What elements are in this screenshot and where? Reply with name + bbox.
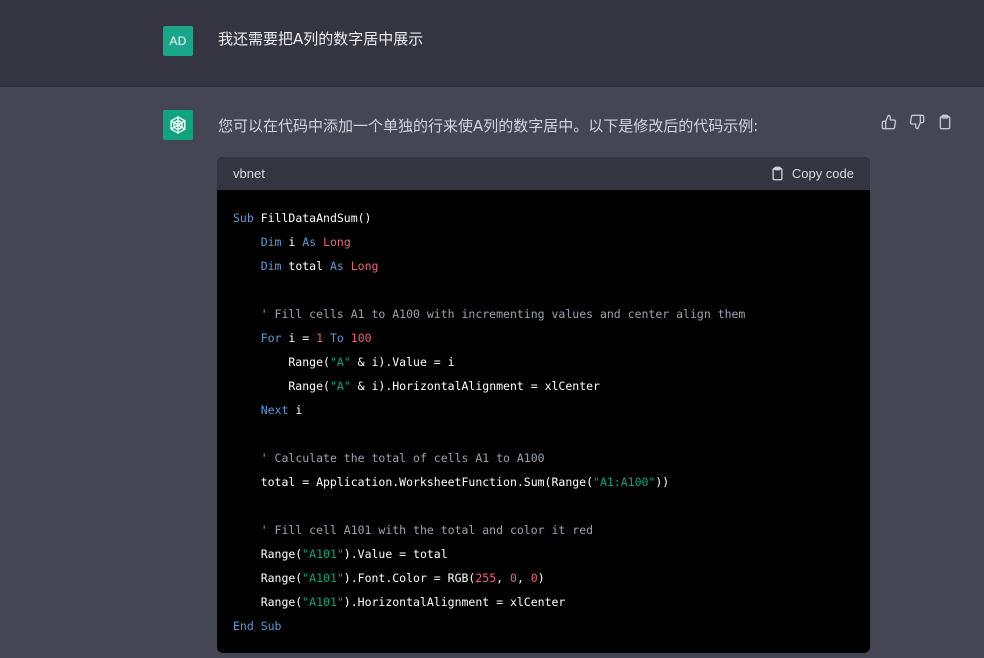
thumbs-down-button[interactable] bbox=[908, 113, 926, 131]
code-line: Range("A101").Value = total bbox=[233, 547, 448, 561]
code-line: total = Application.WorksheetFunction.Su… bbox=[233, 475, 670, 489]
code-language-label: vbnet bbox=[233, 166, 265, 181]
code-line: Next i bbox=[260, 403, 303, 417]
code-line: Range("A101").Font.Color = RGB(255, 0, 0… bbox=[233, 571, 545, 585]
code-line: For i = 1 To 100 bbox=[260, 331, 372, 345]
openai-logo-icon bbox=[170, 116, 186, 134]
code-content: Sub FillDataAndSum() Dim i As Long Dim t… bbox=[217, 190, 870, 638]
assistant-avatar bbox=[163, 110, 193, 140]
user-message-row: AD 我还需要把A列的数字居中展示 bbox=[0, 0, 984, 87]
assistant-message-row: 您可以在代码中添加一个单独的行来使A列的数字居中。以下是修改后的代码示例: vb… bbox=[0, 87, 984, 658]
code-line: Dim i As Long bbox=[260, 235, 351, 249]
code-line: ​ bbox=[233, 422, 870, 446]
code-line: ​ bbox=[233, 494, 870, 518]
code-line: Sub FillDataAndSum() bbox=[233, 211, 372, 225]
copy-code-label: Copy code bbox=[791, 166, 854, 181]
thumbs-up-icon bbox=[881, 114, 897, 130]
code-line: Range("A" & i).Value = i bbox=[233, 355, 455, 369]
code-line: Range("A" & i).HorizontalAlignment = xlC… bbox=[233, 379, 600, 393]
code-line: Range("A101").HorizontalAlignment = xlCe… bbox=[233, 595, 566, 609]
message-actions bbox=[880, 113, 954, 131]
code-block: vbnet Copy code Sub FillDataAndSum() Dim… bbox=[217, 157, 870, 653]
thumbs-down-icon bbox=[909, 114, 925, 130]
copy-message-button[interactable] bbox=[936, 113, 954, 131]
code-line: End Sub bbox=[233, 619, 282, 633]
code-line: ​ bbox=[233, 278, 870, 302]
code-line: ' Fill cells A1 to A100 with incrementin… bbox=[260, 307, 746, 321]
clipboard-icon bbox=[939, 114, 951, 130]
clipboard-icon bbox=[772, 166, 783, 181]
thumbs-up-button[interactable] bbox=[880, 113, 898, 131]
code-line: ' Calculate the total of cells A1 to A10… bbox=[260, 451, 545, 465]
code-line: Dim total As Long bbox=[260, 259, 379, 273]
user-avatar: AD bbox=[163, 26, 193, 56]
code-line: ' Fill cell A101 with the total and colo… bbox=[260, 523, 594, 537]
assistant-intro-text: 您可以在代码中添加一个单独的行来使A列的数字居中。以下是修改后的代码示例: bbox=[218, 117, 759, 135]
user-message-text: 我还需要把A列的数字居中展示 bbox=[218, 30, 424, 48]
code-block-header: vbnet Copy code bbox=[217, 157, 870, 190]
copy-code-button[interactable]: Copy code bbox=[770, 166, 854, 181]
